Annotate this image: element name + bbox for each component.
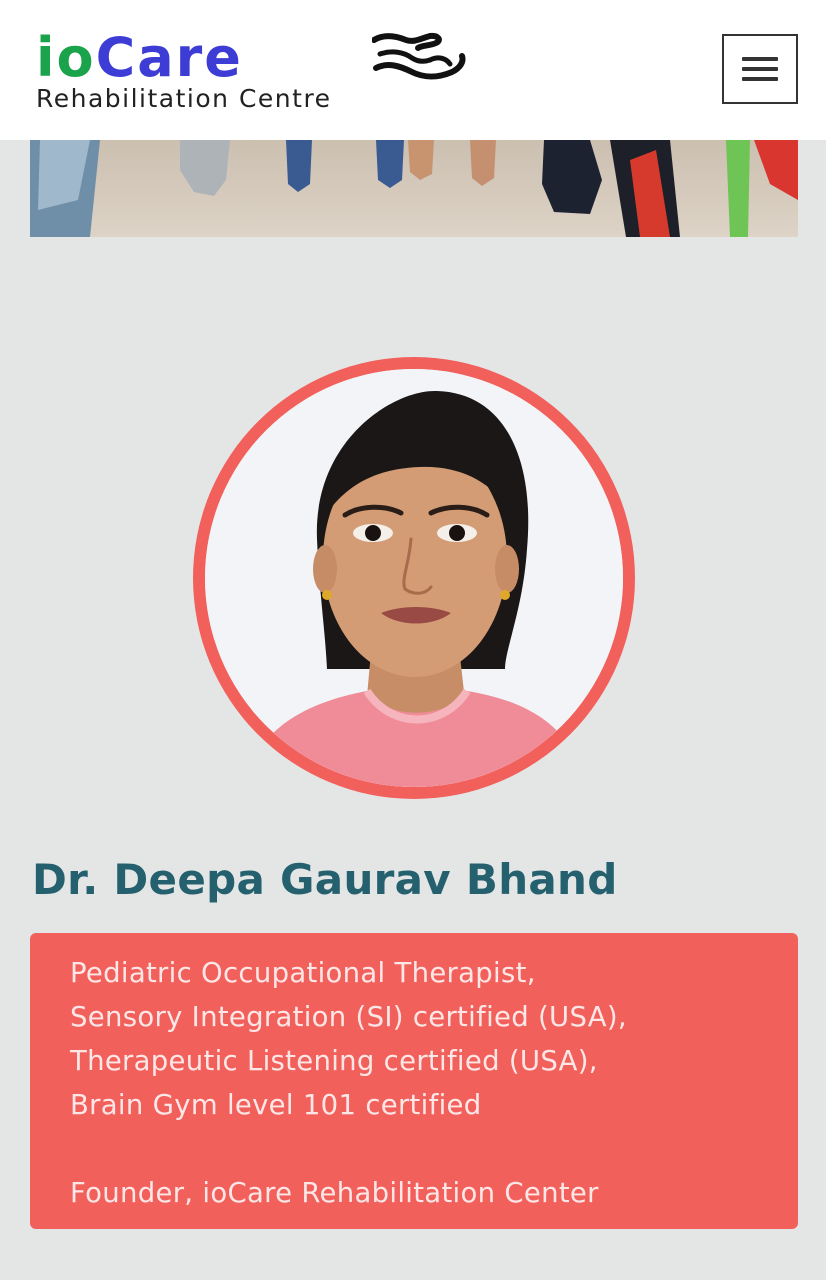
bio-role: Founder, ioCare Rehabilitation Center (70, 1177, 599, 1209)
logo-io-text: io (36, 26, 96, 89)
site-header: ioCare Rehabilitation Centre (0, 0, 826, 140)
menu-button[interactable] (722, 34, 798, 104)
bio-line: Sensory Integration (SI) certified (USA)… (70, 1001, 627, 1033)
site-logo[interactable]: ioCare Rehabilitation Centre (36, 30, 506, 114)
doctor-portrait-image (205, 369, 623, 787)
logo-wordmark: ioCare (36, 30, 243, 86)
children-feet-photo (30, 140, 798, 237)
hands-icon (372, 32, 466, 80)
bio-line: Therapeutic Listening certified (USA), (70, 1045, 598, 1077)
bio-line: Pediatric Occupational Therapist, (70, 957, 536, 989)
hamburger-icon-line (742, 77, 778, 81)
hamburger-icon-line (742, 57, 778, 61)
bio-card: Pediatric Occupational Therapist, Sensor… (30, 933, 798, 1229)
logo-subtitle: Rehabilitation Centre (36, 84, 332, 113)
logo-care-text: Care (95, 26, 243, 89)
profile-section: Dr. Deepa Gaurav Bhand Pediatric Occupat… (0, 237, 826, 1280)
bio-spacer (70, 1127, 778, 1171)
hamburger-icon-line (742, 67, 778, 71)
portrait-frame (193, 357, 635, 799)
bio-line: Brain Gym level 101 certified (70, 1089, 482, 1121)
doctor-name: Dr. Deepa Gaurav Bhand (32, 855, 618, 904)
doctor-portrait (205, 369, 623, 787)
banner-image (30, 140, 798, 237)
